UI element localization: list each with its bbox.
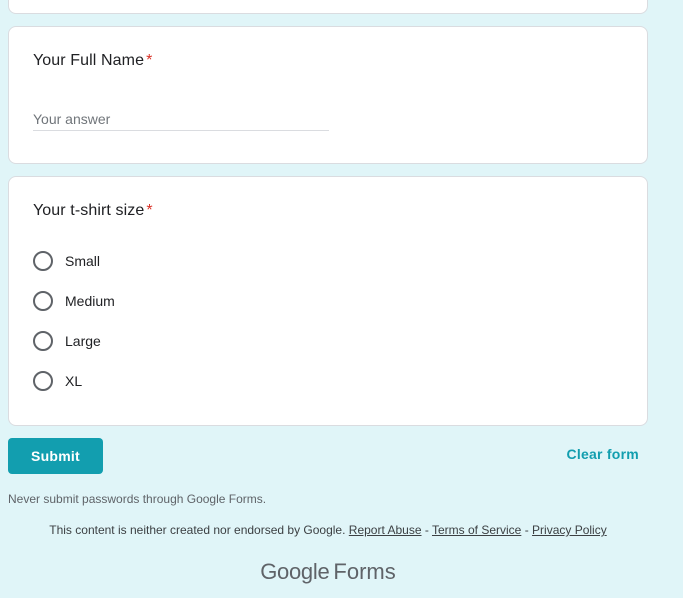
full-name-question-title: Your Full Name * [33, 52, 152, 70]
clear-form-button[interactable]: Clear form [566, 446, 639, 462]
option-label: Small [65, 253, 101, 269]
tshirt-size-question-label: Your t-shirt size [33, 202, 145, 219]
logo-google-text: Google [260, 559, 330, 584]
report-abuse-link[interactable]: Report Abuse [349, 523, 422, 537]
logo-forms-text: Forms [333, 559, 396, 584]
option-label: Medium [65, 293, 115, 309]
option-label: XL [65, 373, 83, 389]
radio-circle-icon[interactable] [33, 331, 53, 351]
option-label: Large [65, 333, 101, 349]
privacy-policy-link[interactable]: Privacy Policy [532, 523, 607, 537]
full-name-input[interactable] [33, 107, 329, 131]
full-name-question-label: Your Full Name [33, 52, 145, 69]
tshirt-size-question-title: Your t-shirt size * [33, 202, 153, 220]
submit-button[interactable]: Submit [8, 438, 103, 474]
disclaimer-text: This content is neither created nor endo… [49, 523, 346, 537]
radio-circle-icon[interactable] [33, 371, 53, 391]
option-xl[interactable]: XL [33, 369, 82, 393]
option-medium[interactable]: Medium [33, 289, 115, 313]
required-asterisk: * [146, 202, 153, 219]
option-large[interactable]: Large [33, 329, 101, 353]
radio-circle-icon[interactable] [33, 251, 53, 271]
footer-separator: - [424, 523, 429, 537]
google-forms-logo[interactable]: Google Forms [0, 559, 656, 585]
terms-of-service-link[interactable]: Terms of Service [432, 523, 521, 537]
radio-circle-icon[interactable] [33, 291, 53, 311]
tshirt-size-question-card: Your t-shirt size * Small Medium Large XL [8, 176, 648, 426]
password-warning: Never submit passwords through Google Fo… [8, 492, 267, 506]
option-small[interactable]: Small [33, 249, 100, 273]
footer-disclaimer: This content is neither created nor endo… [0, 523, 656, 537]
required-asterisk: * [146, 52, 153, 69]
footer-separator: - [524, 523, 529, 537]
previous-question-card [8, 0, 648, 14]
full-name-question-card: Your Full Name * [8, 26, 648, 164]
